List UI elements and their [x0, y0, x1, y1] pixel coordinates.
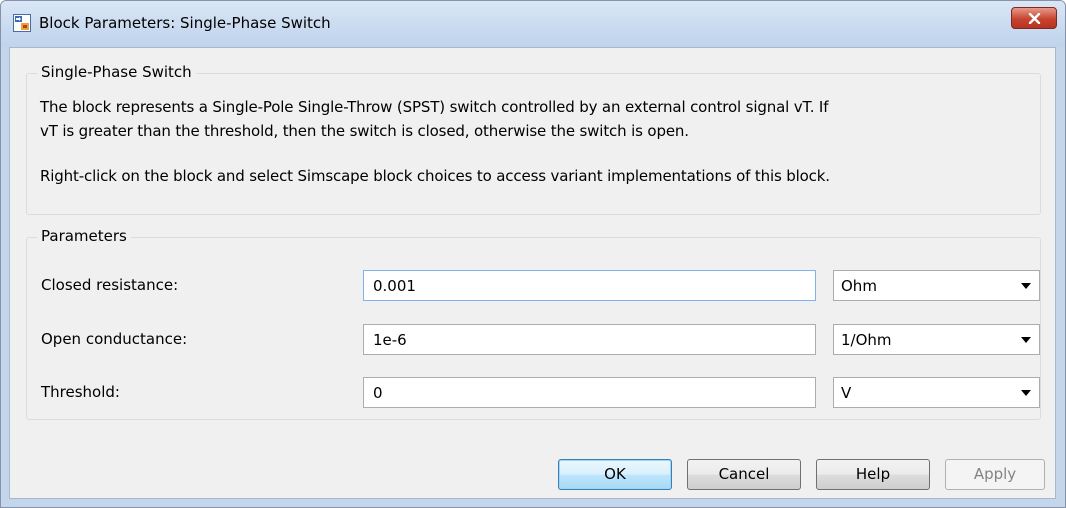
open-conductance-unit-select[interactable]: 1/Ohm: [833, 324, 1040, 355]
cancel-button[interactable]: Cancel: [687, 459, 801, 490]
description-line-3: Right-click on the block and select Sims…: [40, 167, 830, 185]
dialog-window: Block Parameters: Single-Phase Switch Si…: [0, 0, 1066, 508]
ok-button[interactable]: OK: [558, 459, 672, 490]
simulink-block-icon: [13, 14, 31, 32]
window-title: Block Parameters: Single-Phase Switch: [39, 14, 331, 32]
closed-resistance-label: Closed resistance:: [41, 276, 179, 294]
dialog-body: Single-Phase Switch The block represents…: [9, 47, 1056, 499]
description-group: Single-Phase Switch The block represents…: [26, 63, 1041, 215]
dropdown-arrow-icon: [1021, 337, 1031, 343]
description-group-title: Single-Phase Switch: [37, 63, 196, 81]
title-bar[interactable]: Block Parameters: Single-Phase Switch: [1, 1, 1065, 47]
threshold-unit-select[interactable]: V: [833, 377, 1040, 408]
threshold-label: Threshold:: [41, 383, 120, 401]
open-conductance-label: Open conductance:: [41, 330, 188, 348]
close-button[interactable]: [1011, 7, 1057, 29]
open-conductance-unit-value: 1/Ohm: [841, 331, 892, 349]
close-x-icon: [1028, 13, 1041, 24]
closed-resistance-unit-value: Ohm: [841, 277, 877, 295]
apply-button[interactable]: Apply: [945, 459, 1045, 490]
dropdown-arrow-icon: [1021, 390, 1031, 396]
help-button[interactable]: Help: [816, 459, 930, 490]
description-line-1: The block represents a Single-Pole Singl…: [40, 98, 829, 116]
open-conductance-input[interactable]: [363, 324, 816, 355]
threshold-input[interactable]: [363, 377, 816, 408]
dropdown-arrow-icon: [1021, 283, 1031, 289]
closed-resistance-unit-select[interactable]: Ohm: [833, 270, 1040, 301]
parameters-group: Parameters Closed resistance: Ohm Open c…: [26, 227, 1041, 420]
closed-resistance-input[interactable]: [363, 270, 816, 301]
parameters-group-title: Parameters: [37, 227, 131, 245]
description-line-2: vT is greater than the threshold, then t…: [40, 122, 689, 140]
threshold-unit-value: V: [841, 384, 852, 402]
